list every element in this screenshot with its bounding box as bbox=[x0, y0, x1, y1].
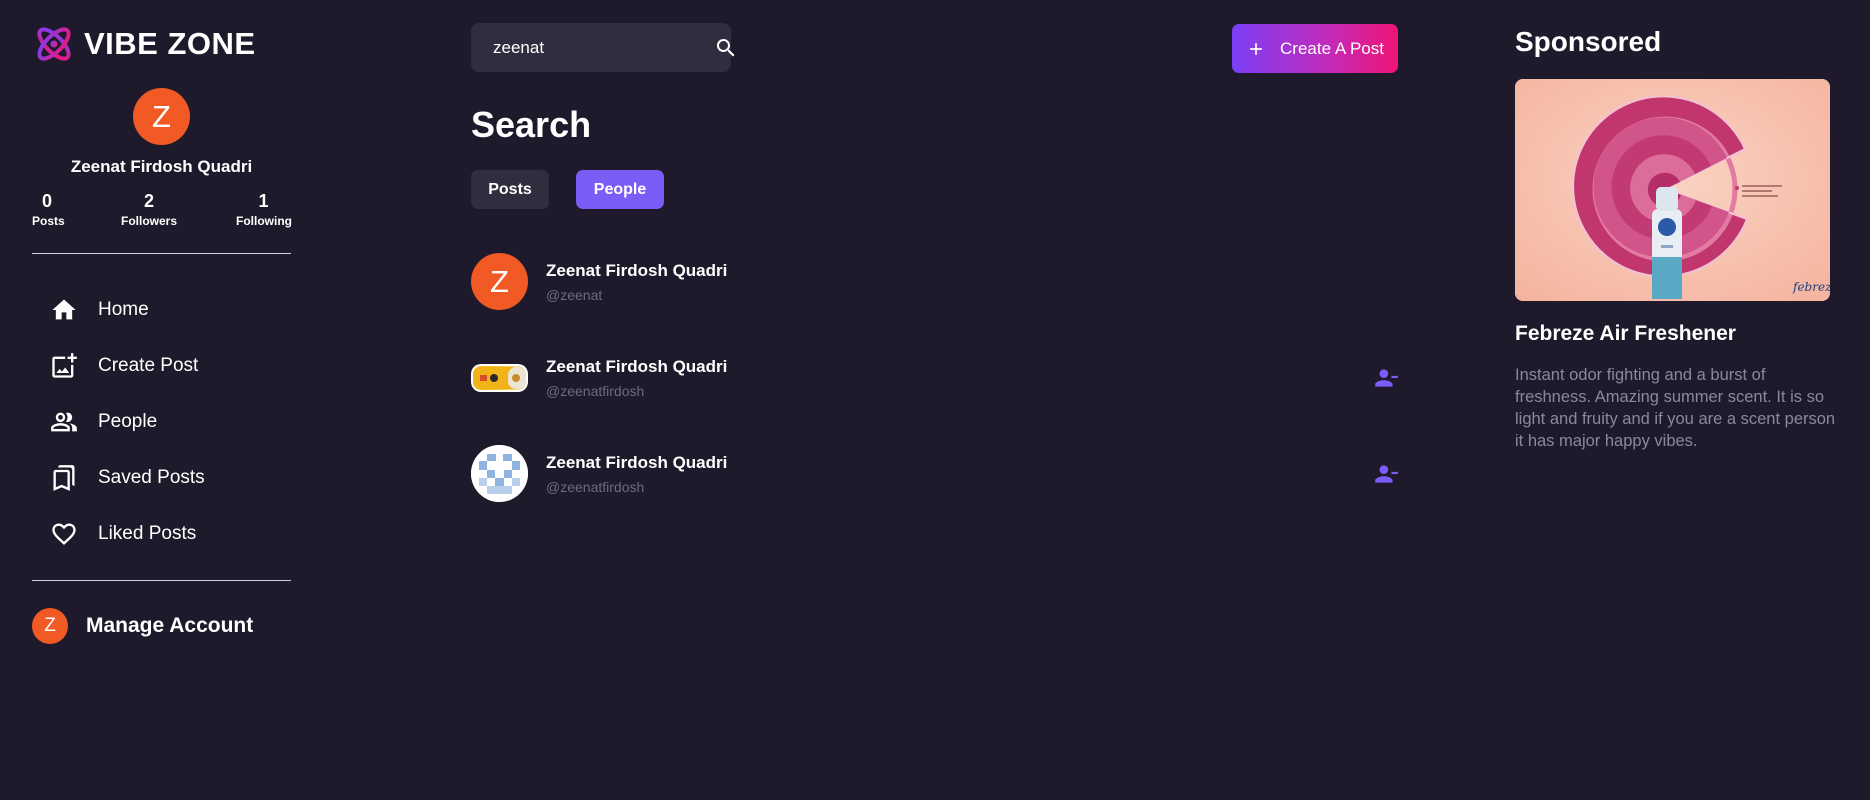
heart-icon bbox=[52, 523, 76, 545]
avatar[interactable]: Z bbox=[471, 253, 528, 310]
unfollow-button[interactable] bbox=[1373, 365, 1399, 391]
result-handle: @zeenatfirdosh bbox=[546, 382, 645, 399]
sidebar-item-label: People bbox=[98, 411, 158, 432]
sidebar-item-create-post[interactable]: Create Post bbox=[50, 338, 290, 394]
result-info: Zeenat Firdosh Quadri @zeenat bbox=[546, 261, 727, 303]
stat-value: 2 bbox=[143, 191, 154, 211]
page-title: Search bbox=[471, 104, 592, 145]
manage-account-label: Manage Account bbox=[86, 614, 254, 637]
result-handle: @zeenatfirdosh bbox=[546, 478, 645, 495]
stat-label: Posts bbox=[32, 214, 65, 228]
atom-logo-icon bbox=[37, 27, 71, 61]
stat-followers[interactable]: 2 Followers bbox=[104, 191, 194, 228]
search-input[interactable] bbox=[493, 37, 714, 58]
profile-stats: 0 Posts 2 Followers 1 Following bbox=[32, 191, 292, 228]
unfollow-icon bbox=[1375, 464, 1398, 483]
stat-posts: 0 Posts bbox=[32, 191, 65, 228]
result-name[interactable]: Zeenat Firdosh Quadri bbox=[546, 261, 727, 281]
avatar-image bbox=[473, 365, 526, 390]
logo[interactable]: VIBE ZONE bbox=[32, 22, 256, 66]
avatar[interactable]: Z bbox=[133, 88, 190, 145]
stat-value: 0 bbox=[41, 191, 52, 211]
people-icon bbox=[51, 412, 77, 432]
sponsored-image[interactable]: febreze bbox=[1515, 79, 1830, 301]
bookmarks-icon bbox=[53, 465, 75, 491]
sidebar-item-home[interactable]: Home bbox=[50, 282, 290, 338]
stat-label: Following bbox=[236, 214, 292, 228]
unfollow-button[interactable] bbox=[1373, 461, 1399, 487]
avatar: Z bbox=[32, 608, 68, 644]
sponsored-description: Instant odor fighting and a burst of fre… bbox=[1515, 366, 1836, 450]
sponsored-title: Sponsored bbox=[1515, 26, 1662, 57]
sidebar-nav: Home Create Post People Saved Posts Like… bbox=[50, 282, 290, 562]
svg-text:febreze: febreze bbox=[1792, 280, 1830, 294]
result-info: Zeenat Firdosh Quadri @zeenatfirdosh bbox=[546, 453, 727, 495]
search-tabs: Posts People bbox=[471, 170, 664, 209]
sidebar-item-label: Create Post bbox=[98, 355, 199, 376]
avatar[interactable] bbox=[471, 363, 528, 392]
unfollow-icon bbox=[1375, 368, 1398, 387]
sidebar-item-label: Home bbox=[98, 299, 149, 320]
sidebar-item-liked-posts[interactable]: Liked Posts bbox=[50, 506, 290, 562]
result-handle: @zeenat bbox=[546, 286, 603, 303]
tab-people[interactable]: People bbox=[576, 170, 664, 209]
avatar[interactable] bbox=[471, 445, 528, 502]
search-bar bbox=[471, 23, 735, 72]
divider bbox=[32, 253, 291, 254]
profile-name: Zeenat Firdosh Quadri bbox=[70, 157, 253, 176]
sidebar-item-label: Saved Posts bbox=[98, 467, 205, 488]
plus-icon bbox=[1250, 42, 1262, 55]
list-item[interactable]: Z Zeenat Firdosh Quadri @zeenat bbox=[471, 253, 1399, 310]
sidebar-item-people[interactable]: People bbox=[50, 394, 290, 450]
add-photo-icon bbox=[52, 353, 77, 378]
result-info: Zeenat Firdosh Quadri @zeenatfirdosh bbox=[546, 357, 727, 399]
list-item[interactable]: Zeenat Firdosh Quadri @zeenatfirdosh bbox=[471, 445, 1399, 502]
profile-card: Z Zeenat Firdosh Quadri 0 Posts 2 Follow… bbox=[32, 88, 292, 228]
avatar-image bbox=[471, 445, 528, 502]
stat-value: 1 bbox=[258, 191, 269, 211]
home-icon bbox=[52, 299, 76, 320]
create-post-button[interactable]: Create A Post bbox=[1232, 24, 1398, 73]
sponsored-product-name[interactable]: Febreze Air Freshener bbox=[1515, 322, 1736, 346]
create-post-label: Create A Post bbox=[1280, 38, 1384, 58]
tab-posts[interactable]: Posts bbox=[471, 170, 549, 209]
sidebar-item-saved-posts[interactable]: Saved Posts bbox=[50, 450, 290, 506]
divider bbox=[32, 580, 291, 581]
result-name[interactable]: Zeenat Firdosh Quadri bbox=[546, 357, 727, 377]
stat-following[interactable]: 1 Following bbox=[236, 191, 292, 228]
manage-account-button[interactable]: Z Manage Account bbox=[32, 608, 253, 644]
stat-label: Followers bbox=[120, 214, 177, 228]
brand-name: VIBE ZONE bbox=[84, 26, 256, 61]
result-name[interactable]: Zeenat Firdosh Quadri bbox=[546, 453, 727, 473]
search-icon[interactable] bbox=[714, 36, 738, 60]
list-item[interactable]: Zeenat Firdosh Quadri @zeenatfirdosh bbox=[471, 349, 1399, 406]
search-results: Z Zeenat Firdosh Quadri @zeenat Zeenat F… bbox=[471, 253, 1399, 541]
sidebar-item-label: Liked Posts bbox=[98, 523, 197, 544]
